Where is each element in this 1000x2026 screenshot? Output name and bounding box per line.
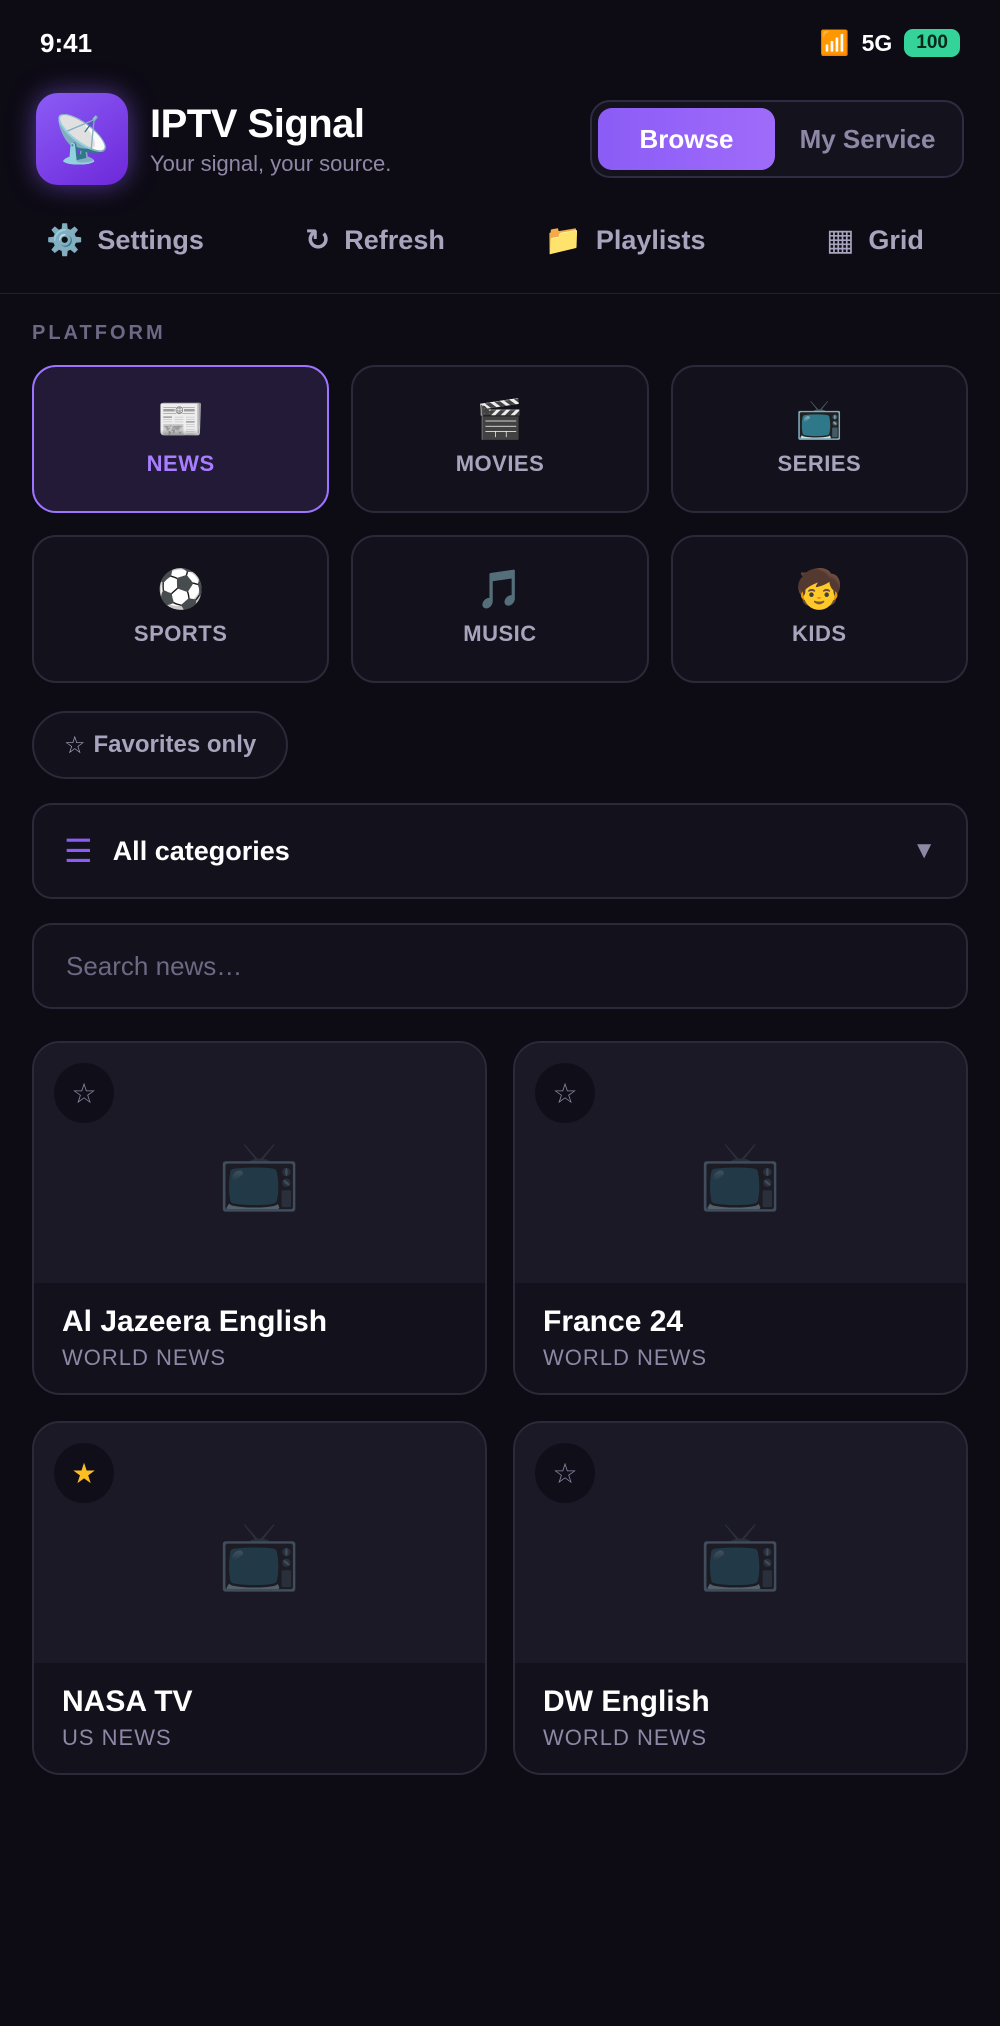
channel-name: NASA TV	[62, 1685, 193, 1718]
channel-category: WORLD NEWS	[543, 1725, 707, 1750]
grid-icon: ▦	[826, 224, 855, 257]
browse-tab[interactable]: Browse	[598, 108, 775, 170]
refresh-label: Refresh	[344, 225, 445, 255]
chevron-down-icon: ▼	[912, 837, 936, 864]
platform-label: NEWS	[146, 451, 215, 476]
favorite-star-filled-icon[interactable]: ★	[54, 1443, 114, 1503]
brand: 📡 IPTV Signal Your signal, your source.	[36, 93, 391, 185]
battery-level: 100	[904, 29, 960, 57]
platform-section-label: PLATFORM	[32, 322, 166, 344]
newspaper-icon: 📰	[157, 399, 205, 441]
grid-button[interactable]: ▦ Grid	[750, 223, 1000, 258]
channel-category: US NEWS	[62, 1725, 172, 1750]
grid-label: Grid	[868, 225, 924, 255]
channel-info: Al Jazeera English WORLD NEWS	[34, 1283, 485, 1371]
channel-info: DW English WORLD NEWS	[515, 1663, 966, 1751]
favorites-only-label: Favorites only	[93, 731, 257, 758]
playlists-button[interactable]: 📁 Playlists	[500, 223, 750, 258]
channel-name: DW English	[543, 1685, 710, 1718]
favorite-star-icon[interactable]: ☆	[54, 1063, 114, 1123]
status-indicators: 📶 5G 100	[820, 29, 960, 58]
settings-button[interactable]: ⚙️ Settings	[0, 223, 250, 258]
tv-placeholder-icon: 📺	[218, 1138, 301, 1212]
clapperboard-icon: 🎬	[476, 399, 524, 441]
television-icon: 📺	[795, 399, 843, 441]
channel-category: WORLD NEWS	[62, 1345, 226, 1370]
channel-card[interactable]: ☆ 📺 DW English WORLD NEWS	[513, 1421, 968, 1775]
platform-label: MOVIES	[455, 451, 545, 476]
platform-news[interactable]: 📰 NEWS	[32, 365, 330, 513]
platform-label: MUSIC	[463, 621, 537, 646]
status-time: 9:41	[40, 27, 93, 58]
app-header: 📡 IPTV Signal Your signal, your source. …	[0, 90, 1000, 188]
channel-card[interactable]: ★ 📺 NASA TV US NEWS	[32, 1421, 487, 1775]
search-box	[32, 923, 968, 1009]
star-outline-icon: ☆	[64, 731, 86, 759]
playlists-label: Playlists	[595, 225, 706, 255]
platform-music[interactable]: 🎵 MUSIC	[351, 535, 649, 683]
platform-label: SERIES	[777, 451, 862, 476]
channel-card[interactable]: ☆ 📺 Al Jazeera English WORLD NEWS	[32, 1041, 487, 1395]
refresh-icon: ↻	[305, 224, 331, 257]
platform-movies[interactable]: 🎬 MOVIES	[351, 365, 649, 513]
app-subtitle: Your signal, your source.	[150, 150, 392, 176]
brand-text: IPTV Signal Your signal, your source.	[150, 102, 391, 177]
channel-info: NASA TV US NEWS	[34, 1663, 485, 1751]
tv-placeholder-icon: 📺	[699, 1138, 782, 1212]
gear-icon: ⚙️	[46, 224, 84, 257]
favorites-only-toggle[interactable]: ☆ Favorites only	[32, 711, 289, 779]
search-input[interactable]	[66, 950, 934, 982]
favorite-star-icon[interactable]: ☆	[535, 1063, 595, 1123]
app-title: IPTV Signal	[150, 101, 365, 146]
child-icon: 🧒	[795, 569, 843, 611]
platform-sports[interactable]: ⚽ SPORTS	[32, 535, 330, 683]
channel-thumbnail: ☆ 📺	[515, 1423, 966, 1663]
platform-label: KIDS	[792, 621, 847, 646]
music-note-icon: 🎵	[476, 569, 524, 611]
category-selected-value: All categories	[112, 835, 290, 866]
favorite-star-icon[interactable]: ☆	[535, 1443, 595, 1503]
soccer-ball-icon: ⚽	[157, 569, 205, 611]
channel-card[interactable]: ☆ 📺 France 24 WORLD NEWS	[513, 1041, 968, 1395]
platform-kids[interactable]: 🧒 KIDS	[670, 535, 968, 683]
channel-thumbnail: ★ 📺	[34, 1423, 485, 1663]
network-type: 5G	[861, 29, 893, 56]
channel-name: France 24	[543, 1305, 684, 1338]
folder-icon: 📁	[544, 224, 582, 257]
platform-label: SPORTS	[133, 621, 228, 646]
channel-category: WORLD NEWS	[543, 1345, 707, 1370]
channel-thumbnail: ☆ 📺	[515, 1043, 966, 1283]
satellite-dish-icon: 📡	[36, 93, 128, 185]
my-service-tab[interactable]: My Service	[779, 108, 956, 170]
toolbar: ⚙️ Settings ↻ Refresh 📁 Playlists ▦ Grid	[0, 188, 1000, 294]
category-dropdown[interactable]: ☰ All categories ▼	[32, 803, 968, 899]
channel-thumbnail: ☆ 📺	[34, 1043, 485, 1283]
channel-grid: ☆ 📺 Al Jazeera English WORLD NEWS ☆ 📺 Fr…	[32, 1041, 968, 1775]
signal-bars-icon: 📶	[819, 29, 850, 57]
channel-info: France 24 WORLD NEWS	[515, 1283, 966, 1371]
refresh-button[interactable]: ↻ Refresh	[250, 223, 500, 258]
tv-placeholder-icon: 📺	[699, 1518, 782, 1592]
settings-label: Settings	[97, 225, 204, 255]
status-bar: 9:41 📶 5G 100	[0, 0, 1000, 86]
list-icon: ☰	[64, 833, 93, 869]
platform-series[interactable]: 📺 SERIES	[670, 365, 968, 513]
mode-switch: Browse My Service	[590, 100, 964, 178]
platform-grid: 📰 NEWS 🎬 MOVIES 📺 SERIES ⚽ SPORTS 🎵 MUSI…	[0, 345, 1000, 683]
tv-placeholder-icon: 📺	[218, 1518, 301, 1592]
channel-name: Al Jazeera English	[62, 1305, 328, 1338]
